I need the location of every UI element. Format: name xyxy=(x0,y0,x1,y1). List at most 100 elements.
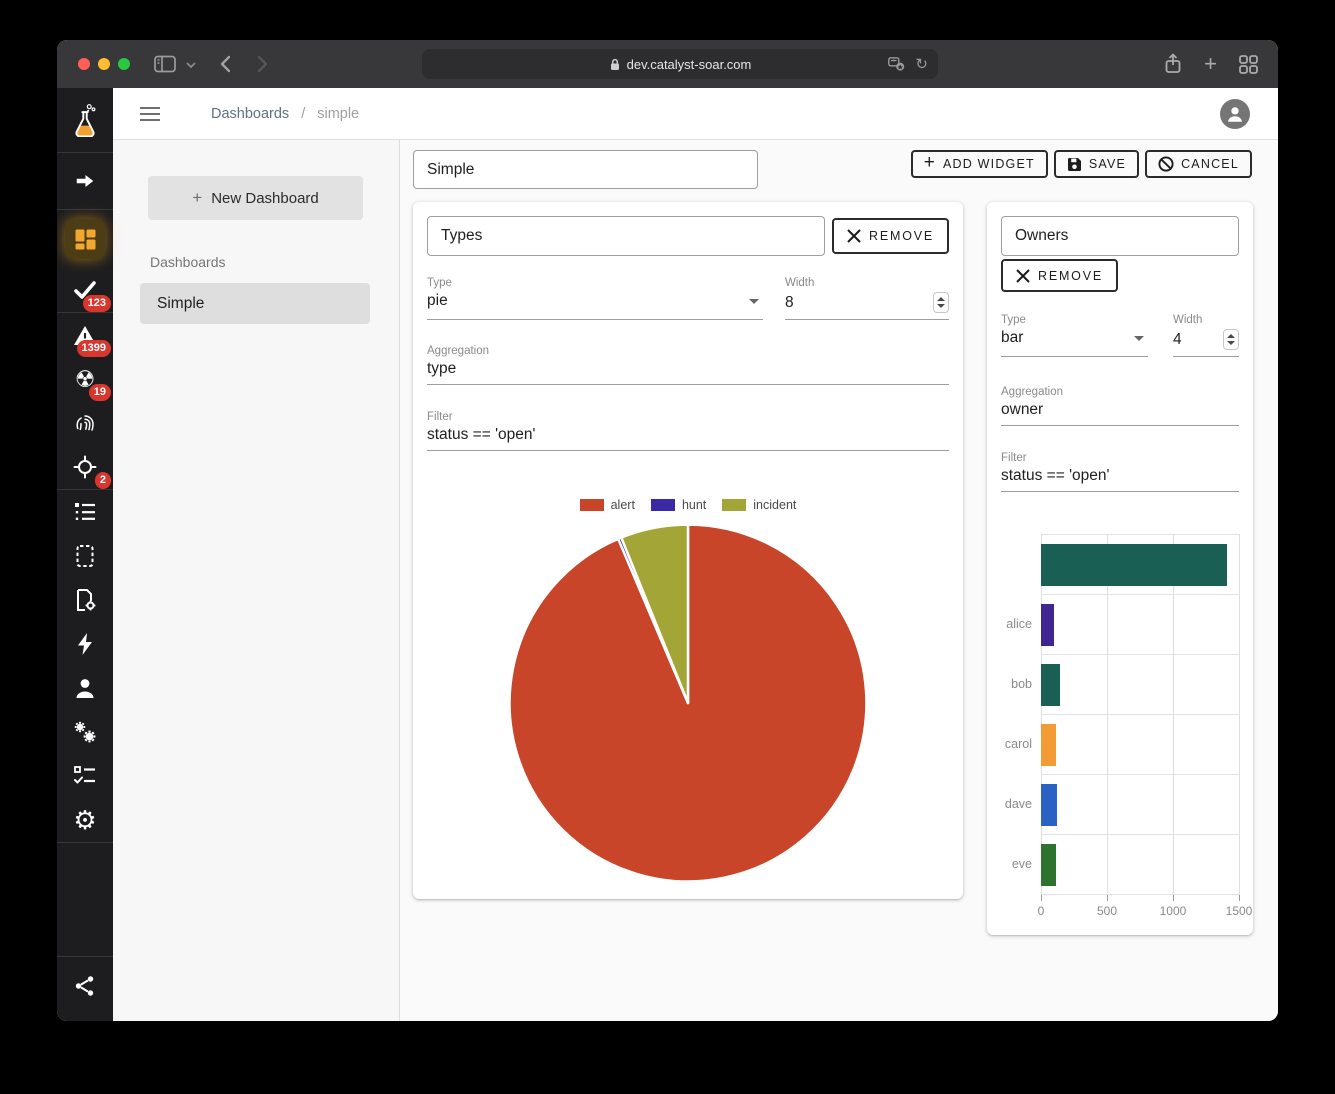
breadcrumb-separator: / xyxy=(301,106,305,122)
translate-icon[interactable] xyxy=(888,57,905,71)
sidebar-item-jobs[interactable] xyxy=(57,710,113,754)
filter-value: status == 'open' xyxy=(427,426,949,444)
remove-widget-button[interactable]: REMOVE xyxy=(832,218,949,254)
sidebar-item-automations[interactable] xyxy=(57,622,113,666)
sidebar-item-rules[interactable] xyxy=(57,754,113,798)
sidebar-item-share[interactable] xyxy=(57,957,113,1015)
file-gear-icon xyxy=(73,588,97,612)
width-value: 8 xyxy=(785,294,933,312)
dashboard-list-item-simple[interactable]: Simple xyxy=(140,283,370,324)
legend-item: hunt xyxy=(651,498,706,512)
axis-tick xyxy=(1041,895,1042,901)
traffic-light[interactable] xyxy=(118,58,130,70)
sidebar-item-ticket-types[interactable] xyxy=(57,578,113,622)
browser-window: dev.catalyst-soar.com ↻ + xyxy=(57,40,1278,1021)
width-input[interactable]: Width 4 xyxy=(1173,314,1239,357)
bar xyxy=(1041,844,1056,886)
aggregation-input[interactable]: Aggregation owner xyxy=(1001,386,1239,426)
aggregation-value: owner xyxy=(1001,401,1239,419)
dashboard-name-input[interactable] xyxy=(413,150,758,189)
filter-input[interactable]: Filter status == 'open' xyxy=(427,411,949,451)
bar-row xyxy=(1041,835,1239,895)
new-dashboard-button[interactable]: + New Dashboard xyxy=(148,176,363,220)
back-icon[interactable] xyxy=(220,55,231,73)
breadcrumb-current: simple xyxy=(317,106,359,122)
sidebar-item-forensics[interactable] xyxy=(57,401,113,445)
add-widget-button[interactable]: + ADD WIDGET xyxy=(911,150,1048,178)
pie-legend: alerthuntincident xyxy=(427,498,949,512)
file-dashed-icon xyxy=(75,544,95,568)
bar-row xyxy=(1041,595,1239,655)
reload-icon[interactable]: ↻ xyxy=(915,57,928,72)
filter-input[interactable]: Filter status == 'open' xyxy=(1001,452,1239,492)
bar-y-labels: alicebobcaroldaveeve xyxy=(1001,534,1041,895)
traffic-lights xyxy=(78,58,130,70)
save-button[interactable]: SAVE xyxy=(1054,150,1139,178)
sidebar-item-settings[interactable]: ⚙ xyxy=(57,798,113,842)
sidebar-item-dashboards[interactable] xyxy=(57,210,113,268)
sidebar-item-lists[interactable] xyxy=(57,490,113,534)
forward-icon[interactable] xyxy=(257,55,268,73)
filter-value: status == 'open' xyxy=(1001,467,1239,485)
tab-overview-icon[interactable] xyxy=(1239,55,1258,74)
sidebar-badge: 123 xyxy=(83,295,111,312)
type-select[interactable]: Type pie xyxy=(427,277,763,320)
legend-label: hunt xyxy=(682,498,706,512)
sidebar-toggle-icon[interactable] xyxy=(154,55,176,73)
aggregation-label: Aggregation xyxy=(1001,386,1239,398)
cancel-icon xyxy=(1158,156,1174,172)
sidebar-item-alerts[interactable]: 1399 xyxy=(57,313,113,357)
gridline xyxy=(1239,534,1240,895)
share-icon[interactable] xyxy=(1164,53,1182,75)
type-value: bar xyxy=(1001,329,1134,347)
cancel-button[interactable]: CANCEL xyxy=(1145,150,1252,178)
sidebar-item-templates[interactable] xyxy=(57,534,113,578)
legend-label: alert xyxy=(611,498,635,512)
add-widget-label: ADD WIDGET xyxy=(943,157,1035,171)
number-stepper[interactable] xyxy=(1223,329,1239,350)
sidebar-item-flows[interactable] xyxy=(57,153,113,209)
gears-icon xyxy=(72,720,98,744)
new-tab-icon[interactable]: + xyxy=(1204,53,1217,75)
widget-name-input[interactable] xyxy=(1001,216,1239,256)
width-value: 4 xyxy=(1173,331,1223,349)
remove-widget-button[interactable]: REMOVE xyxy=(1001,259,1118,292)
avatar[interactable] xyxy=(1220,99,1250,129)
chevron-down-icon[interactable] xyxy=(186,60,196,69)
widget-name-input[interactable] xyxy=(427,216,825,256)
axis-tick-label: 500 xyxy=(1097,904,1117,918)
breadcrumb-dashboards[interactable]: Dashboards xyxy=(211,106,289,122)
aggregation-input[interactable]: Aggregation type xyxy=(427,345,949,385)
x-icon xyxy=(1016,269,1030,283)
url-bar[interactable]: dev.catalyst-soar.com ↻ xyxy=(422,49,938,79)
plus-icon: + xyxy=(192,188,202,208)
bar xyxy=(1041,604,1054,646)
fingerprint-icon xyxy=(73,411,97,435)
axis-tick-label: 0 xyxy=(1038,904,1045,918)
traffic-light[interactable] xyxy=(98,58,110,70)
number-stepper[interactable] xyxy=(933,292,949,313)
sidebar-item-users[interactable] xyxy=(57,666,113,710)
bar-category-label xyxy=(1001,534,1032,594)
sidebar-badge: 2 xyxy=(95,472,111,489)
width-input[interactable]: Width 8 xyxy=(785,277,949,320)
sidebar-item-tasks[interactable]: 123 xyxy=(57,268,113,312)
bar-category-label: eve xyxy=(1001,834,1032,894)
menu-icon[interactable] xyxy=(139,106,161,122)
icon-sidebar: 123 1399 ☢ 19 2 xyxy=(57,88,113,1021)
width-label: Width xyxy=(785,277,949,289)
plus-icon: + xyxy=(924,152,936,174)
sidebar-item-incidents[interactable]: ☢ 19 xyxy=(57,357,113,401)
axis-tick xyxy=(1173,895,1174,901)
dashboards-section-title: Dashboards xyxy=(150,254,399,270)
filter-label: Filter xyxy=(427,411,949,423)
legend-swatch xyxy=(722,499,746,511)
save-label: SAVE xyxy=(1089,157,1126,171)
chevron-down-icon xyxy=(749,299,759,304)
type-label: Type xyxy=(1001,314,1148,326)
type-select[interactable]: Type bar xyxy=(1001,314,1148,357)
sidebar-item-hunts[interactable]: 2 xyxy=(57,445,113,489)
traffic-light[interactable] xyxy=(78,58,90,70)
bar-category-label: carol xyxy=(1001,714,1032,774)
catalyst-logo-icon[interactable] xyxy=(57,88,113,152)
